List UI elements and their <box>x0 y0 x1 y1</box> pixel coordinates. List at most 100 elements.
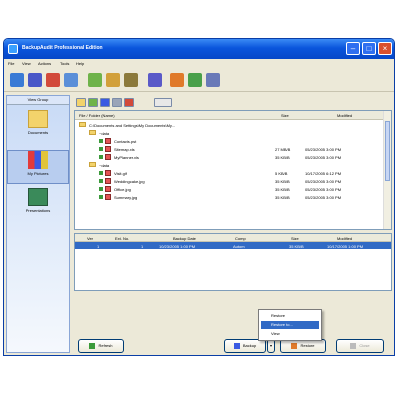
menu-actions[interactable]: Actions <box>38 61 51 66</box>
refresh-label: Refresh <box>98 343 113 348</box>
ext-cell: 1 <box>141 244 144 249</box>
menu-item-view[interactable]: View <box>261 330 319 338</box>
menu-item-restore[interactable]: Restore <box>261 312 319 320</box>
menu-tools[interactable]: Tools <box>60 61 69 66</box>
sidebar-item-documents[interactable]: Documents <box>7 110 69 146</box>
backup-label: Backup <box>242 343 257 348</box>
version-history-list: Ver Ext. No. Backup Date Comp Size Modif… <box>74 233 392 291</box>
menu-item-restore-to[interactable]: Restore to... <box>261 321 319 329</box>
maximize-button[interactable]: □ <box>362 42 376 55</box>
tree-row[interactable]: Contacts.pst <box>99 137 389 145</box>
date-cell: 10/23/2005 1:00 PM <box>159 244 196 249</box>
tree-root-label: C:\Documents and Settings\My Documents\M… <box>89 123 175 128</box>
check-icon <box>99 139 103 143</box>
transfer-icon[interactable] <box>170 73 184 87</box>
file-icon <box>105 138 111 144</box>
expand-icon[interactable] <box>88 98 98 107</box>
menu-bar: File View Actions Tools Help <box>4 59 394 68</box>
check-icon[interactable] <box>188 73 202 87</box>
tree-row[interactable]: Office.jpg 35 KB/B 05/23/2005 3:00 PM <box>99 185 389 193</box>
menu-file[interactable]: File <box>8 61 14 66</box>
selected-version-row[interactable]: 1 1 10/23/2005 1:00 PM Autom 35 KB/B 10/… <box>75 242 391 249</box>
size-cell: 35 KB/B <box>289 244 304 249</box>
tree-row[interactable]: Summary.jpg 35 KB/B 05/23/2005 3:00 PM <box>99 193 389 201</box>
open-icon[interactable] <box>28 73 42 87</box>
check-icon <box>99 155 103 159</box>
tree-root-row[interactable]: C:\Documents and Settings\My Documents\M… <box>79 121 379 129</box>
scan-icon[interactable] <box>88 73 102 87</box>
menu-view[interactable]: View <box>22 61 31 66</box>
sidebar-item-presentations[interactable]: Presentations <box>7 188 69 224</box>
column-size[interactable]: Size <box>291 236 299 241</box>
menu-help[interactable]: Help <box>76 61 84 66</box>
column-comp[interactable]: Comp <box>235 236 246 241</box>
column-ext[interactable]: Ext. No. <box>115 236 129 241</box>
close-button[interactable]: Close <box>336 339 384 353</box>
folder-icon <box>28 110 48 128</box>
main-pane: File / Folder (Name) Size Modified C:\Do… <box>74 95 392 353</box>
folder-icon <box>79 122 86 127</box>
folder-icon <box>89 130 96 135</box>
comp-cell: Autom <box>233 244 245 249</box>
check-icon <box>99 179 103 183</box>
refresh-button[interactable]: Refresh <box>78 339 124 353</box>
tree-row[interactable]: Sitemap.xls 27 MB/B 05/23/2005 3:00 PM <box>99 145 389 153</box>
view-list-icon[interactable] <box>100 98 110 107</box>
file-tree: File / Folder (Name) Size Modified C:\Do… <box>74 110 392 230</box>
tree-row[interactable]: MyPlanner.xls 35 KB/B 05/23/2005 3:00 PM <box>99 153 389 161</box>
sidebar-item-label: My Pictures <box>27 171 49 176</box>
chart-icon[interactable] <box>106 73 120 87</box>
sidebar-item-label: Documents <box>27 130 49 135</box>
check-icon <box>99 147 103 151</box>
presentation-icon <box>28 188 48 206</box>
upload-icon[interactable] <box>148 73 162 87</box>
file-icon <box>105 146 111 152</box>
column-backup-date[interactable]: Backup Date <box>173 236 196 241</box>
backup-button[interactable]: Backup <box>224 339 266 353</box>
sidebar-item-my-pictures[interactable]: My Pictures <box>7 150 69 184</box>
window-title: BackupAudit Professional Edition <box>22 45 103 51</box>
remove-icon[interactable] <box>124 98 134 107</box>
file-icon <box>105 170 111 176</box>
properties-icon[interactable] <box>64 73 78 87</box>
tree-row[interactable]: Visit.gif 5 KB/B 10/17/2005 6:12 PM <box>99 169 389 177</box>
filter-icon[interactable] <box>154 98 172 107</box>
sidebar-item-label: Presentations <box>25 208 51 213</box>
history-header: Ver Ext. No. Backup Date Comp Size Modif… <box>75 234 391 242</box>
context-menu: Restore Restore to... View <box>258 309 322 341</box>
file-icon <box>105 154 111 160</box>
file-icon <box>105 178 111 184</box>
close-label: Close <box>359 343 370 348</box>
tree-row[interactable]: Weddingcake.jpg 35 KB/B 05/23/2005 3:00 … <box>99 177 389 185</box>
column-size[interactable]: Size <box>281 113 289 118</box>
tree-scrollbar[interactable] <box>383 111 391 229</box>
settings-icon[interactable] <box>206 73 220 87</box>
close-window-button[interactable]: × <box>378 42 392 55</box>
column-ver[interactable]: Ver <box>87 236 93 241</box>
check-icon <box>99 171 103 175</box>
column-name[interactable]: File / Folder (Name) <box>79 113 115 118</box>
check-icon <box>99 195 103 199</box>
backup-dropdown[interactable]: ▾ <box>267 339 275 353</box>
view-group-sidebar: View Group Documents My Pictures Present… <box>6 95 70 353</box>
folder-icon <box>89 162 96 167</box>
close-icon <box>350 342 357 349</box>
tree-header: File / Folder (Name) Size Modified <box>75 111 391 120</box>
restore-button[interactable]: Restore <box>280 339 326 353</box>
sub-toolbar <box>74 95 392 109</box>
column-modified[interactable]: Modified <box>337 236 352 241</box>
folder-up-icon[interactable] <box>76 98 86 107</box>
delete-icon[interactable] <box>46 73 60 87</box>
refresh-icon <box>89 342 96 349</box>
tree-row[interactable]: ~data <box>89 129 379 137</box>
column-modified[interactable]: Modified <box>337 113 352 118</box>
new-backup-icon[interactable] <box>10 73 24 87</box>
view-details-icon[interactable] <box>112 98 122 107</box>
backup-icon <box>233 342 240 349</box>
tree-row[interactable]: ~data <box>89 161 379 169</box>
scrollbar-thumb[interactable] <box>385 121 390 181</box>
report-icon[interactable] <box>124 73 138 87</box>
restore-icon <box>291 342 298 349</box>
minimize-button[interactable]: – <box>346 42 360 55</box>
main-toolbar <box>4 69 394 92</box>
